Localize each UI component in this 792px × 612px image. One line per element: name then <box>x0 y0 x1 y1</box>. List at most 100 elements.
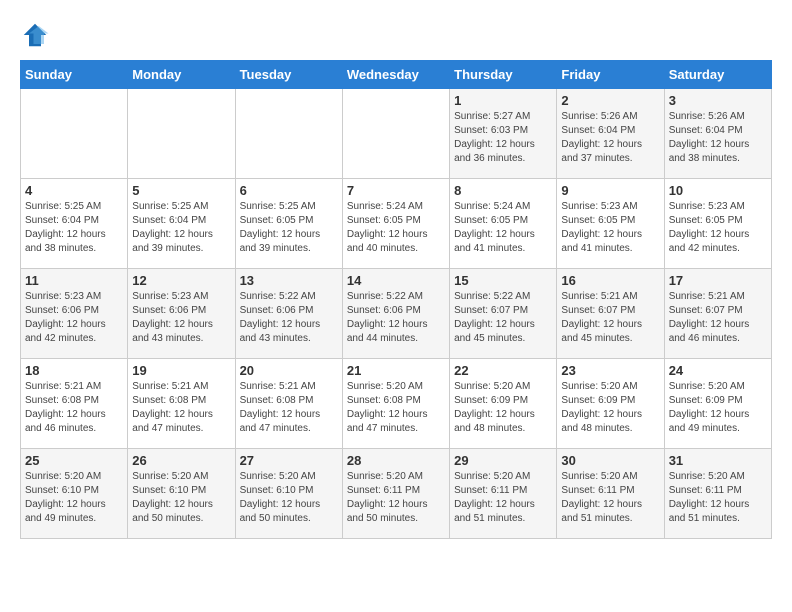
calendar-cell: 23Sunrise: 5:20 AM Sunset: 6:09 PM Dayli… <box>557 359 664 449</box>
calendar-cell: 13 Sunrise: 5:22 AM Sunset: 6:06 PM Dayli… <box>235 269 342 359</box>
calendar-week-row: 18 Sunrise: 5:21 AM Sunset: 6:08 PM Dayli… <box>21 359 772 449</box>
calendar-cell: 27 Sunrise: 5:20 AM Sunset: 6:10 PM Dayli… <box>235 449 342 539</box>
logo <box>20 20 54 50</box>
calendar-cell <box>235 89 342 179</box>
calendar-week-row: 11 Sunrise: 5:23 AM Sunset: 6:06 PM Dayli… <box>21 269 772 359</box>
calendar-week-row: 4 Sunrise: 5:25 AM Sunset: 6:04 PM Daylig… <box>21 179 772 269</box>
weekday-header-friday: Friday <box>557 61 664 89</box>
day-number: 28 <box>347 453 445 468</box>
day-number: 8 <box>454 183 552 198</box>
calendar-cell: 6Sunrise: 5:25 AM Sunset: 6:05 PM Daylig… <box>235 179 342 269</box>
logo-icon <box>20 20 50 50</box>
cell-content: Sunrise: 5:20 AM Sunset: 6:10 PM Dayligh… <box>240 470 338 526</box>
cell-content: Sunrise: 5:27 AM Sunset: 6:03 PM Dayligh… <box>454 110 552 166</box>
cell-content: Sunrise: 5:23 AM Sunset: 6:06 PM Dayligh… <box>25 290 123 346</box>
calendar-cell: 3Sunrise: 5:26 AM Sunset: 6:04 PM Daylig… <box>664 89 771 179</box>
weekday-header-wednesday: Wednesday <box>342 61 449 89</box>
day-number: 21 <box>347 363 445 378</box>
cell-content: Sunrise: 5:20 AM Sunset: 6:11 PM Dayligh… <box>454 470 552 526</box>
cell-content: Sunrise: 5:25 AM Sunset: 6:04 PM Dayligh… <box>132 200 230 256</box>
calendar-cell <box>21 89 128 179</box>
weekday-header-saturday: Saturday <box>664 61 771 89</box>
day-number: 14 <box>347 273 445 288</box>
cell-content: Sunrise: 5:22 AM Sunset: 6:06 PM Dayligh… <box>240 290 338 346</box>
calendar-table: SundayMondayTuesdayWednesdayThursdayFrid… <box>20 60 772 539</box>
weekday-header-thursday: Thursday <box>450 61 557 89</box>
cell-content: Sunrise: 5:20 AM Sunset: 6:11 PM Dayligh… <box>561 470 659 526</box>
page-header <box>20 20 772 50</box>
cell-content: Sunrise: 5:22 AM Sunset: 6:07 PM Dayligh… <box>454 290 552 346</box>
weekday-header-monday: Monday <box>128 61 235 89</box>
calendar-cell: 19 Sunrise: 5:21 AM Sunset: 6:08 PM Dayli… <box>128 359 235 449</box>
day-number: 25 <box>25 453 123 468</box>
cell-content: Sunrise: 5:20 AM Sunset: 6:11 PM Dayligh… <box>669 470 767 526</box>
cell-content: Sunrise: 5:23 AM Sunset: 6:05 PM Dayligh… <box>669 200 767 256</box>
calendar-cell: 15Sunrise: 5:22 AM Sunset: 6:07 PM Dayli… <box>450 269 557 359</box>
day-number: 2 <box>561 93 659 108</box>
day-number: 12 <box>132 273 230 288</box>
weekday-header-row: SundayMondayTuesdayWednesdayThursdayFrid… <box>21 61 772 89</box>
day-number: 10 <box>669 183 767 198</box>
calendar-cell: 17 Sunrise: 5:21 AM Sunset: 6:07 PM Dayli… <box>664 269 771 359</box>
day-number: 18 <box>25 363 123 378</box>
cell-content: Sunrise: 5:20 AM Sunset: 6:10 PM Dayligh… <box>25 470 123 526</box>
calendar-cell: 2 Sunrise: 5:26 AM Sunset: 6:04 PM Daylig… <box>557 89 664 179</box>
day-number: 26 <box>132 453 230 468</box>
cell-content: Sunrise: 5:22 AM Sunset: 6:06 PM Dayligh… <box>347 290 445 346</box>
day-number: 23 <box>561 363 659 378</box>
calendar-cell: 9 Sunrise: 5:23 AM Sunset: 6:05 PM Daylig… <box>557 179 664 269</box>
day-number: 24 <box>669 363 767 378</box>
day-number: 4 <box>25 183 123 198</box>
calendar-cell: 20Sunrise: 5:21 AM Sunset: 6:08 PM Dayli… <box>235 359 342 449</box>
day-number: 22 <box>454 363 552 378</box>
cell-content: Sunrise: 5:20 AM Sunset: 6:08 PM Dayligh… <box>347 380 445 436</box>
day-number: 27 <box>240 453 338 468</box>
calendar-cell <box>342 89 449 179</box>
weekday-header-tuesday: Tuesday <box>235 61 342 89</box>
cell-content: Sunrise: 5:24 AM Sunset: 6:05 PM Dayligh… <box>454 200 552 256</box>
day-number: 6 <box>240 183 338 198</box>
day-number: 29 <box>454 453 552 468</box>
calendar-cell: 24 Sunrise: 5:20 AM Sunset: 6:09 PM Dayli… <box>664 359 771 449</box>
calendar-cell: 31 Sunrise: 5:20 AM Sunset: 6:11 PM Dayli… <box>664 449 771 539</box>
day-number: 13 <box>240 273 338 288</box>
calendar-cell: 14 Sunrise: 5:22 AM Sunset: 6:06 PM Dayli… <box>342 269 449 359</box>
cell-content: Sunrise: 5:20 AM Sunset: 6:09 PM Dayligh… <box>454 380 552 436</box>
cell-content: Sunrise: 5:25 AM Sunset: 6:04 PM Dayligh… <box>25 200 123 256</box>
day-number: 1 <box>454 93 552 108</box>
calendar-cell: 7Sunrise: 5:24 AM Sunset: 6:05 PM Daylig… <box>342 179 449 269</box>
weekday-header-sunday: Sunday <box>21 61 128 89</box>
cell-content: Sunrise: 5:21 AM Sunset: 6:07 PM Dayligh… <box>561 290 659 346</box>
cell-content: Sunrise: 5:26 AM Sunset: 6:04 PM Dayligh… <box>561 110 659 166</box>
day-number: 31 <box>669 453 767 468</box>
calendar-cell: 4 Sunrise: 5:25 AM Sunset: 6:04 PM Daylig… <box>21 179 128 269</box>
day-number: 11 <box>25 273 123 288</box>
calendar-cell: 26 Sunrise: 5:20 AM Sunset: 6:10 PM Dayli… <box>128 449 235 539</box>
calendar-cell: 1 Sunrise: 5:27 AM Sunset: 6:03 PM Daylig… <box>450 89 557 179</box>
calendar-cell: 10 Sunrise: 5:23 AM Sunset: 6:05 PM Dayli… <box>664 179 771 269</box>
cell-content: Sunrise: 5:21 AM Sunset: 6:08 PM Dayligh… <box>132 380 230 436</box>
day-number: 19 <box>132 363 230 378</box>
cell-content: Sunrise: 5:21 AM Sunset: 6:08 PM Dayligh… <box>25 380 123 436</box>
day-number: 7 <box>347 183 445 198</box>
calendar-cell: 25 Sunrise: 5:20 AM Sunset: 6:10 PM Dayli… <box>21 449 128 539</box>
day-number: 9 <box>561 183 659 198</box>
calendar-cell: 11 Sunrise: 5:23 AM Sunset: 6:06 PM Dayli… <box>21 269 128 359</box>
day-number: 5 <box>132 183 230 198</box>
cell-content: Sunrise: 5:21 AM Sunset: 6:07 PM Dayligh… <box>669 290 767 346</box>
calendar-cell: 12Sunrise: 5:23 AM Sunset: 6:06 PM Dayli… <box>128 269 235 359</box>
calendar-cell <box>128 89 235 179</box>
day-number: 17 <box>669 273 767 288</box>
calendar-cell: 16 Sunrise: 5:21 AM Sunset: 6:07 PM Dayli… <box>557 269 664 359</box>
calendar-cell: 5 Sunrise: 5:25 AM Sunset: 6:04 PM Daylig… <box>128 179 235 269</box>
day-number: 16 <box>561 273 659 288</box>
calendar-cell: 22 Sunrise: 5:20 AM Sunset: 6:09 PM Dayli… <box>450 359 557 449</box>
cell-content: Sunrise: 5:20 AM Sunset: 6:10 PM Dayligh… <box>132 470 230 526</box>
cell-content: Sunrise: 5:20 AM Sunset: 6:09 PM Dayligh… <box>669 380 767 436</box>
cell-content: Sunrise: 5:26 AM Sunset: 6:04 PM Dayligh… <box>669 110 767 166</box>
calendar-cell: 29 Sunrise: 5:20 AM Sunset: 6:11 PM Dayli… <box>450 449 557 539</box>
cell-content: Sunrise: 5:23 AM Sunset: 6:05 PM Dayligh… <box>561 200 659 256</box>
calendar-cell: 8 Sunrise: 5:24 AM Sunset: 6:05 PM Daylig… <box>450 179 557 269</box>
calendar-cell: 30Sunrise: 5:20 AM Sunset: 6:11 PM Dayli… <box>557 449 664 539</box>
calendar-cell: 21 Sunrise: 5:20 AM Sunset: 6:08 PM Dayli… <box>342 359 449 449</box>
